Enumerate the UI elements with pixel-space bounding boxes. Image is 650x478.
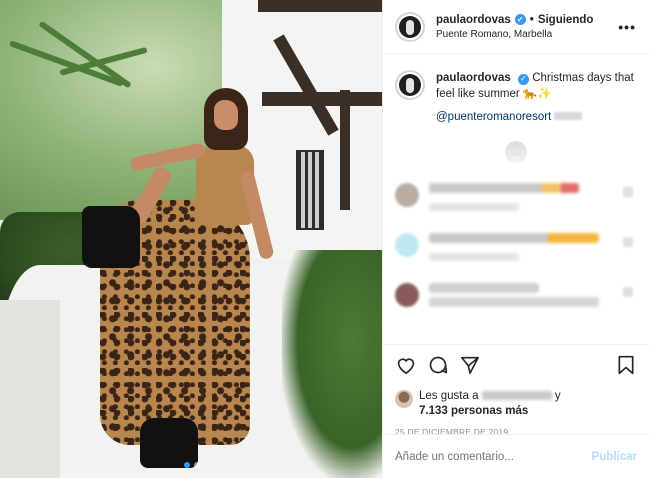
comment-input[interactable] <box>395 450 592 463</box>
comment-text-blurred <box>429 233 599 243</box>
boot <box>82 206 140 268</box>
likes-summary: Les gusta a y 7.133 personas más <box>395 389 637 419</box>
liker-name-blurred[interactable] <box>481 391 552 401</box>
comment-item <box>395 283 637 307</box>
caption-meta-blurred <box>554 112 583 120</box>
bookmark-icon[interactable] <box>615 354 637 376</box>
caption: paulaordovas ✓ Christmas days that feel … <box>395 70 637 125</box>
comment-avatar <box>395 283 419 307</box>
publish-button[interactable]: Publicar <box>592 451 637 463</box>
instagram-post: paulaordovas ✓ • Siguiendo Puente Romano… <box>0 0 650 478</box>
caption-username[interactable]: paulaordovas <box>436 72 511 84</box>
comment-meta-blurred <box>429 253 519 261</box>
comment-item <box>395 233 637 261</box>
heart-icon[interactable] <box>395 354 417 376</box>
barred-window <box>296 150 324 230</box>
username-link[interactable]: paulaordovas <box>436 14 511 26</box>
verified-badge-icon: ✓ <box>517 73 529 85</box>
comment-item <box>395 183 637 211</box>
add-comment-bar: Publicar <box>383 434 650 478</box>
profile-avatar[interactable] <box>395 11 425 42</box>
likes-count-link[interactable]: 7.133 personas más <box>419 405 528 417</box>
more-options-icon[interactable]: ••• <box>618 19 636 35</box>
header-line: paulaordovas ✓ • Siguiendo <box>436 14 618 26</box>
face <box>214 100 238 130</box>
carousel-dot[interactable] <box>184 462 190 468</box>
share-icon[interactable] <box>459 354 481 376</box>
wood-beam <box>258 0 382 12</box>
action-icons <box>395 353 637 377</box>
likes-prefix: Les gusta a <box>419 390 479 402</box>
palm-plant <box>282 250 382 478</box>
comment-like-icon[interactable] <box>623 237 633 247</box>
comment-text-blurred <box>429 283 539 293</box>
comment-meta-blurred <box>429 203 519 211</box>
comments-section: paulaordovas ✓ Christmas days that feel … <box>383 54 650 344</box>
comment-avatar <box>395 233 419 257</box>
likes-suffix: y <box>554 390 561 402</box>
mention-link[interactable]: @puenteromanoresort <box>436 111 551 123</box>
post-photo[interactable] <box>0 0 382 478</box>
wood-beam <box>340 90 350 210</box>
wall-shadow <box>0 300 60 478</box>
comment-icon[interactable] <box>427 354 449 376</box>
comment-avatar <box>395 183 419 207</box>
comment-text-blurred <box>429 297 599 307</box>
liker-avatar <box>395 390 413 408</box>
comment-like-icon[interactable] <box>623 187 633 197</box>
location-link[interactable]: Puente Romano, Marbella <box>436 29 618 40</box>
comment-like-icon[interactable] <box>623 287 633 297</box>
post-header: paulaordovas ✓ • Siguiendo Puente Romano… <box>383 0 650 54</box>
carousel-dot[interactable] <box>194 462 200 468</box>
follow-status-button[interactable]: Siguiendo <box>538 14 594 26</box>
comment-text-blurred <box>429 183 579 193</box>
caption-avatar[interactable] <box>395 70 425 100</box>
post-sidebar: paulaordovas ✓ • Siguiendo Puente Romano… <box>382 0 650 478</box>
loading-spinner-icon <box>505 141 527 163</box>
verified-badge-icon: ✓ <box>514 14 526 25</box>
likes-text: Les gusta a y 7.133 personas más <box>419 389 561 419</box>
separator-dot: • <box>529 13 534 26</box>
caption-text-block: paulaordovas ✓ Christmas days that feel … <box>436 70 637 125</box>
carousel-dots <box>184 462 200 468</box>
boot <box>140 418 198 468</box>
header-text: paulaordovas ✓ • Siguiendo Puente Romano… <box>436 14 618 40</box>
